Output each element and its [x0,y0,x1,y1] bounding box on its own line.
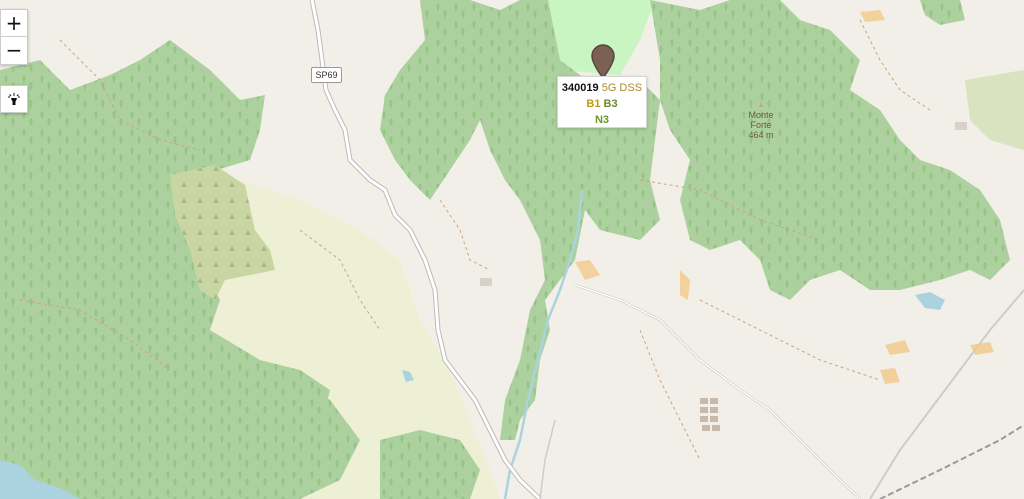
map-pin-icon[interactable] [590,44,616,80]
popup-line-2: B1 B3 [558,96,646,112]
peak-label: ▲ Monte Forte 464 m [740,100,782,140]
band-b3: B3 [603,98,618,110]
flashlight-button[interactable] [0,85,28,113]
zoom-control: + − [0,9,28,65]
site-tech: 5G DSS [601,82,643,94]
band-n3: N3 [594,114,610,126]
peak-icon: ▲ [757,100,765,109]
flashlight-icon [8,93,20,105]
peak-elevation: 464 m [748,130,774,140]
site-id: 340019 [561,82,599,94]
popup-line-1: 340019 5G DSS [558,80,646,96]
zoom-out-button[interactable]: − [1,37,27,63]
peak-name: Monte Forte [748,110,774,130]
site-popup[interactable]: 340019 5G DSS B1 B3 N3 [557,76,647,128]
popup-line-3: N3 [558,112,646,128]
map-canvas[interactable] [0,0,1024,499]
road-sp69-shield: SP69 [311,67,342,83]
zoom-in-button[interactable]: + [1,10,27,37]
band-b1: B1 [586,98,601,110]
